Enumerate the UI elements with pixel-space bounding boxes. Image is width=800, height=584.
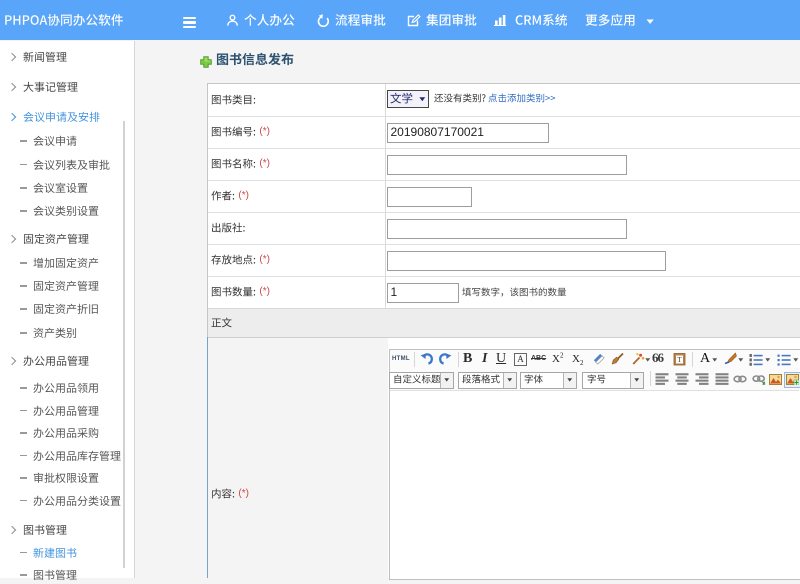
svg-text:T: T: [677, 356, 682, 364]
